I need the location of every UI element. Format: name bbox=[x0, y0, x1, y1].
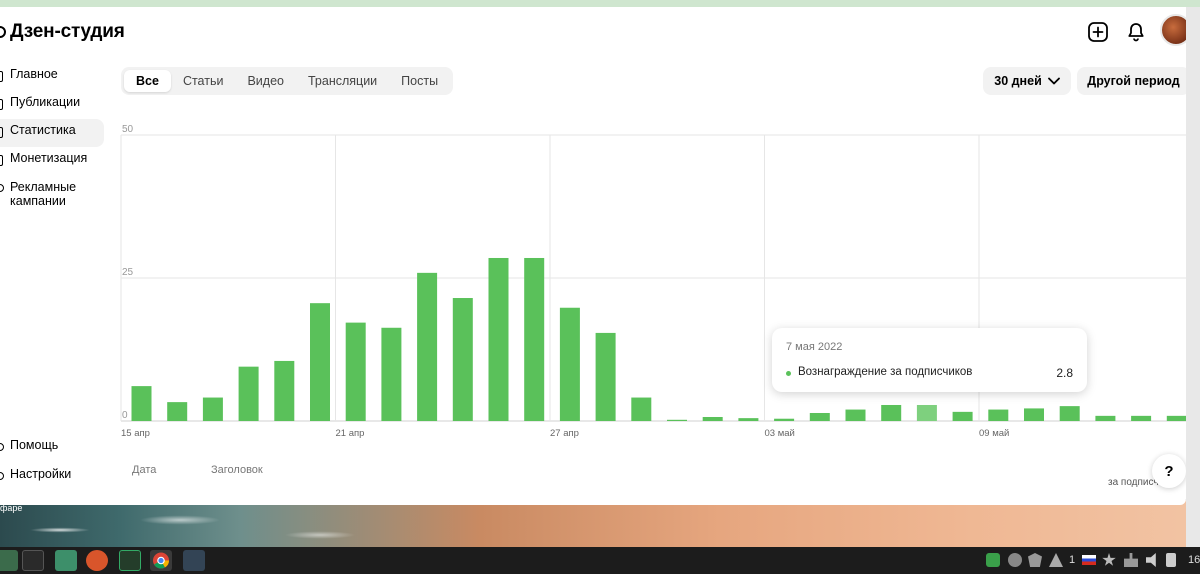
volume-icon[interactable] bbox=[1146, 553, 1156, 567]
browser-top-strip bbox=[0, 0, 1200, 7]
chart-bar bbox=[167, 402, 188, 421]
rocket-icon[interactable] bbox=[1049, 553, 1063, 567]
shield-icon[interactable] bbox=[1028, 553, 1042, 567]
chart-bar bbox=[345, 322, 366, 421]
terminal-icon[interactable] bbox=[22, 550, 44, 571]
chart-bar bbox=[774, 418, 795, 421]
tooltip-series-dot bbox=[786, 371, 791, 376]
chart-bar bbox=[202, 397, 223, 421]
chart-bar bbox=[1024, 408, 1044, 421]
wallpaper-foam bbox=[0, 500, 420, 548]
taskbar: 1 16 bbox=[0, 547, 1200, 574]
chrome-logo-icon bbox=[153, 552, 169, 569]
y-tick-label: 50 bbox=[122, 124, 134, 135]
chart-bar bbox=[809, 412, 830, 421]
chart-svg: 0255015 апр21 апр27 апр03 май09 май14 м bbox=[120, 124, 1186, 439]
window-scrollbar[interactable] bbox=[1186, 7, 1200, 547]
chrome-icon[interactable] bbox=[150, 550, 172, 571]
chart-bar bbox=[702, 416, 723, 421]
chart-bar bbox=[881, 404, 902, 421]
chart-bar bbox=[1131, 415, 1152, 421]
chart-bar bbox=[310, 303, 330, 421]
chart-bar bbox=[1095, 415, 1116, 421]
screenshot-app-icon[interactable] bbox=[183, 550, 205, 571]
x-tick-label: 03 май bbox=[765, 428, 795, 439]
chart-bar bbox=[631, 397, 652, 421]
keyboard-layout-flag-icon[interactable] bbox=[1082, 555, 1096, 565]
app-menu-icon[interactable] bbox=[0, 550, 18, 571]
chart-bar bbox=[274, 360, 295, 421]
chart-bar bbox=[845, 409, 866, 421]
help-button[interactable]: ? bbox=[1152, 454, 1186, 488]
chart-bar bbox=[667, 419, 687, 421]
y-tick-label: 0 bbox=[122, 410, 128, 421]
chart-bar bbox=[916, 404, 937, 421]
tray-counter: 1 bbox=[1069, 554, 1076, 566]
x-tick-label: 27 апр bbox=[550, 428, 579, 439]
chart-bar bbox=[417, 272, 438, 421]
chart-bar bbox=[488, 257, 509, 421]
chart-bar bbox=[452, 298, 473, 421]
table-header-subscribers: за подписч bbox=[1108, 477, 1159, 488]
tooltip-value: 2.8 bbox=[1056, 366, 1073, 380]
x-tick-label: 09 май bbox=[979, 428, 1009, 439]
x-tick-label: 15 апр bbox=[121, 428, 150, 439]
chart-bar bbox=[952, 411, 973, 421]
table-header-title[interactable]: Заголовок bbox=[211, 464, 263, 476]
chart-tooltip: 7 мая 2022 Вознаграждение за подписчиков… bbox=[772, 328, 1087, 392]
shield-check-icon[interactable] bbox=[986, 553, 1000, 567]
x-tick-label: 21 апр bbox=[336, 428, 365, 439]
chart-bar bbox=[238, 366, 259, 421]
chart-bar bbox=[595, 332, 616, 421]
statistics-chart: 0255015 апр21 апр27 апр03 май09 май14 м bbox=[0, 7, 1186, 505]
chart-bar bbox=[131, 386, 152, 421]
y-tick-label: 25 bbox=[122, 267, 134, 278]
system-monitor-icon[interactable] bbox=[119, 550, 141, 571]
chart-bar bbox=[559, 307, 580, 421]
dzen-studio-window: Дзен-студия Главное Публикации Статистик… bbox=[0, 7, 1186, 505]
star-icon[interactable] bbox=[1102, 553, 1116, 566]
table-header-date[interactable]: Дата bbox=[132, 464, 156, 476]
chart-bar bbox=[988, 409, 1009, 421]
folder-icon[interactable] bbox=[55, 550, 77, 571]
tooltip-series-label: Вознаграждение за подписчиков bbox=[798, 366, 973, 378]
chart-bar bbox=[381, 327, 402, 421]
clock[interactable]: 16 bbox=[1188, 554, 1200, 566]
chart-bar bbox=[1059, 406, 1080, 421]
bluetooth-icon[interactable] bbox=[1008, 553, 1022, 567]
network-icon[interactable] bbox=[1124, 553, 1138, 567]
firefox-icon[interactable] bbox=[86, 550, 108, 571]
chart-bar bbox=[1166, 415, 1186, 421]
chart-bar bbox=[738, 418, 759, 421]
tooltip-date: 7 мая 2022 bbox=[786, 341, 843, 353]
battery-icon[interactable] bbox=[1166, 553, 1176, 567]
chart-bar bbox=[524, 257, 545, 421]
